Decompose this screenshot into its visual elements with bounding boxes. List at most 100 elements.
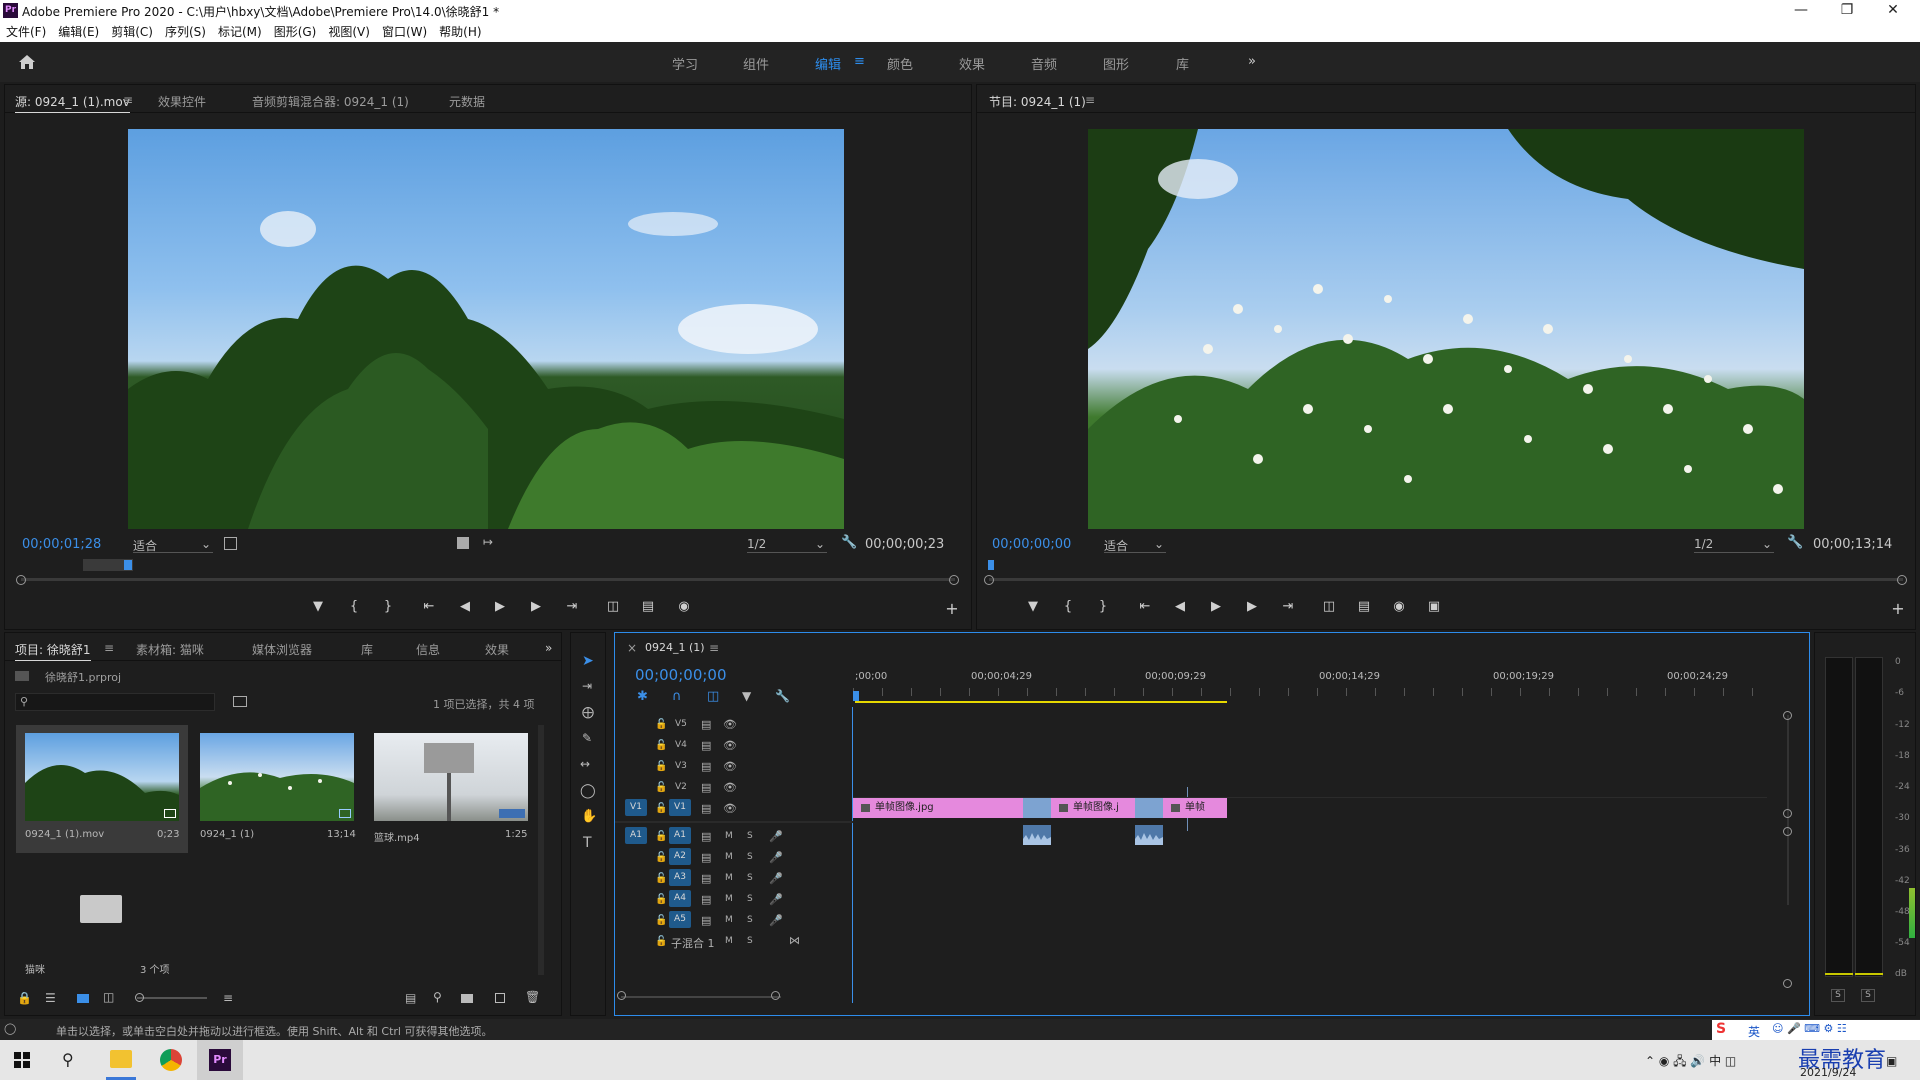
wrench-icon[interactable]: 🔧 xyxy=(1787,535,1803,550)
tab-project[interactable]: 项目: 徐晓舒1 xyxy=(15,641,91,661)
thumbnail-basketball[interactable] xyxy=(374,733,528,821)
timeline-playhead[interactable] xyxy=(853,691,859,701)
new-search-bin-icon[interactable] xyxy=(233,696,247,707)
track-target-a4[interactable]: A4 xyxy=(669,890,691,907)
microphone-icon[interactable]: 🎤 xyxy=(769,851,783,864)
timeline-settings-icon[interactable]: 🔧 xyxy=(775,689,790,703)
menu-marker[interactable]: 标记(M) xyxy=(218,22,262,42)
source-timecode[interactable]: 00;00;01;28 xyxy=(22,537,101,552)
close-tab-icon[interactable]: × xyxy=(627,641,637,655)
step-back-icon[interactable]: ◀ xyxy=(1169,599,1191,614)
icon-view-icon[interactable] xyxy=(77,994,89,1003)
sync-lock-icon[interactable]: ▤ xyxy=(701,893,711,906)
lock-icon[interactable]: 🔒 xyxy=(17,991,32,1005)
tray-icons[interactable]: ⌃ ◉ 🖧 🔊 中 ◫ xyxy=(1645,1052,1736,1073)
home-icon[interactable] xyxy=(18,54,36,70)
notification-icon[interactable]: ▣ xyxy=(1886,1054,1897,1068)
solo-button[interactable]: S xyxy=(747,936,753,946)
solo-button[interactable]: S xyxy=(747,852,753,862)
program-panel-menu-icon[interactable]: ≡ xyxy=(1085,93,1095,107)
sync-lock-icon[interactable]: ▤ xyxy=(701,851,711,864)
button-editor-plus-icon[interactable]: + xyxy=(1887,599,1909,618)
zoom-handle-right[interactable] xyxy=(1897,575,1907,585)
step-back-icon[interactable]: ◀ xyxy=(454,599,476,614)
mute-button[interactable]: M xyxy=(725,915,733,925)
insert-icon[interactable] xyxy=(457,537,469,549)
track-divider[interactable] xyxy=(615,821,853,823)
step-forward-icon[interactable]: ▶ xyxy=(525,599,547,614)
razor-tool-icon[interactable]: ✎ xyxy=(582,731,592,745)
tab-libraries[interactable]: 库 xyxy=(361,641,373,658)
sync-lock-icon[interactable]: ▤ xyxy=(701,914,711,927)
tab-media-browser[interactable]: 媒体浏览器 xyxy=(252,641,312,658)
tab-effects[interactable]: 效果 xyxy=(485,641,509,658)
menu-clip[interactable]: 剪辑(C) xyxy=(111,22,153,42)
zoom-handle-left[interactable] xyxy=(984,575,994,585)
add-marker-icon[interactable]: ▼ xyxy=(1022,599,1044,614)
chrome-icon[interactable] xyxy=(160,1049,182,1071)
new-bin-icon[interactable] xyxy=(461,994,473,1003)
pen-tool-icon[interactable]: ◯ xyxy=(580,783,596,799)
program-timecode[interactable]: 00;00;00;00 xyxy=(992,537,1071,552)
workspace-libraries[interactable]: 库 xyxy=(1176,54,1189,73)
tab-source[interactable]: 源: 0924_1 (1).mov xyxy=(15,93,130,113)
program-zoom-bar[interactable] xyxy=(989,579,1903,581)
lock-icon[interactable]: 🔓 xyxy=(655,915,667,926)
microphone-icon[interactable]: 🎤 xyxy=(769,893,783,906)
solo-button[interactable]: S xyxy=(747,831,753,841)
tab-effect-controls[interactable]: 效果控件 xyxy=(158,93,206,110)
export-frame-icon[interactable]: ◉ xyxy=(1388,599,1410,614)
zoom-handle-right[interactable] xyxy=(949,575,959,585)
close-icon[interactable]: ✕ xyxy=(1870,0,1916,22)
folder-icon[interactable] xyxy=(80,895,122,923)
lock-icon[interactable]: 🔓 xyxy=(655,894,667,905)
step-forward-icon[interactable]: ▶ xyxy=(1241,599,1263,614)
timeline-zoom-bar[interactable] xyxy=(621,996,781,998)
zoom-handle-right[interactable] xyxy=(771,991,780,1000)
wrench-icon[interactable]: 🔧 xyxy=(841,535,857,550)
more-tabs-icon[interactable]: » xyxy=(545,641,552,655)
lock-icon[interactable]: 🔓 xyxy=(655,852,667,863)
go-to-out-icon[interactable]: ⇥ xyxy=(1277,599,1299,614)
sogou-icon[interactable]: S xyxy=(1716,1021,1726,1037)
source-patch-v1[interactable]: V1 xyxy=(625,799,647,816)
tab-sequence[interactable]: 0924_1 (1) xyxy=(645,641,705,654)
tab-program[interactable]: 节目: 0924_1 (1) xyxy=(989,93,1086,110)
list-view-icon[interactable]: ☰ xyxy=(45,991,56,1005)
menu-sequence[interactable]: 序列(S) xyxy=(165,22,206,42)
track-target-a5[interactable]: A5 xyxy=(669,911,691,928)
eye-icon[interactable]: 👁 xyxy=(723,718,737,731)
automate-to-sequence-icon[interactable]: ▤ xyxy=(405,991,416,1005)
mute-button[interactable]: M xyxy=(725,936,733,946)
microphone-icon[interactable]: 🎤 xyxy=(769,872,783,885)
scroll-handle[interactable] xyxy=(1783,979,1792,988)
lock-icon[interactable]: 🔓 xyxy=(655,936,667,947)
solo-button[interactable]: S xyxy=(747,873,753,883)
mute-button[interactable]: M xyxy=(725,873,733,883)
microphone-icon[interactable]: 🎤 xyxy=(769,830,783,843)
trash-icon[interactable]: 🗑 xyxy=(525,990,540,1004)
sync-lock-icon[interactable]: ▤ xyxy=(701,718,711,731)
lock-icon[interactable]: 🔓 xyxy=(655,740,667,751)
linked-selection-icon[interactable]: ◫ xyxy=(707,689,719,704)
sync-lock-icon[interactable]: ▤ xyxy=(701,739,711,752)
microphone-icon[interactable]: 🎤 xyxy=(769,914,783,927)
solo-button[interactable]: S xyxy=(747,915,753,925)
export-frame-icon[interactable]: ◉ xyxy=(673,599,695,614)
workspace-editing[interactable]: 编辑 xyxy=(815,54,841,73)
menu-view[interactable]: 视图(V) xyxy=(328,22,370,42)
insert-clip-icon[interactable]: ◫ xyxy=(602,599,624,614)
slip-tool-icon[interactable]: ↔ xyxy=(580,757,590,771)
track-target-a1[interactable]: A1 xyxy=(669,827,691,844)
lock-icon[interactable]: 🔓 xyxy=(655,782,667,793)
lift-icon[interactable]: ◫ xyxy=(1318,599,1340,614)
lock-icon[interactable]: 🔓 xyxy=(655,761,667,772)
search-icon[interactable]: ⚲ xyxy=(62,1050,74,1069)
mute-button[interactable]: M xyxy=(725,852,733,862)
go-to-in-icon[interactable]: ⇤ xyxy=(418,599,440,614)
type-tool-icon[interactable]: T xyxy=(583,835,592,851)
sync-lock-icon[interactable]: ▤ xyxy=(701,872,711,885)
zoom-slider-handle[interactable] xyxy=(135,993,144,1002)
selection-tool-icon[interactable]: ➤ xyxy=(582,653,594,669)
source-resolution-dropdown[interactable]: 1/2 ⌄ xyxy=(747,537,827,553)
